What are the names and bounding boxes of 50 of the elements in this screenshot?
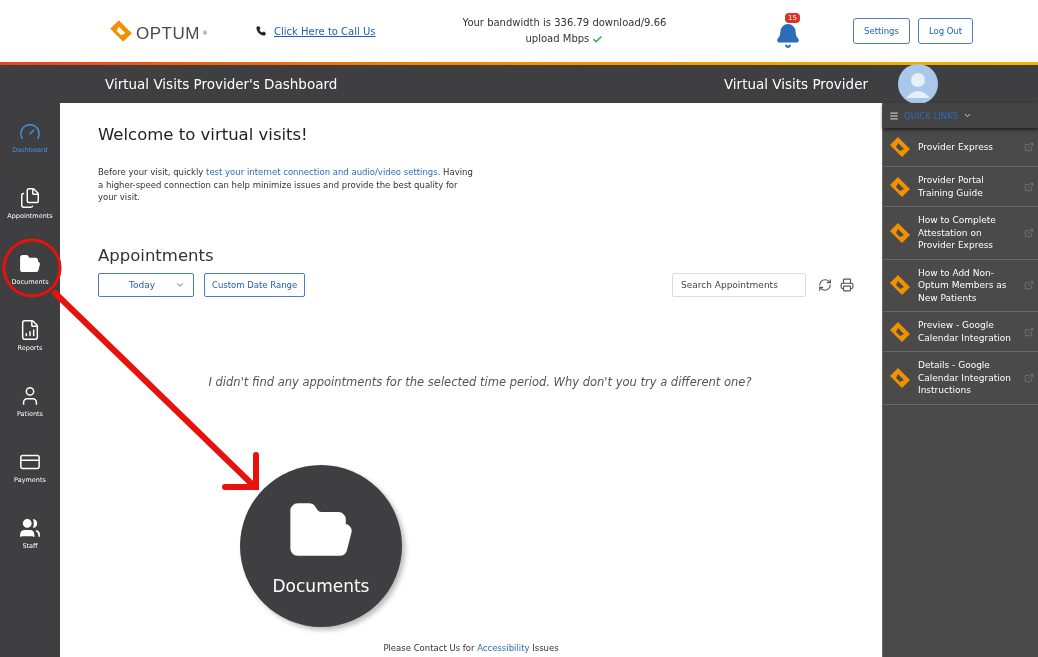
search-field[interactable]: Search Appointments [672, 272, 806, 297]
user-name: Virtual Visits Provider [723, 76, 868, 92]
quick-link[interactable]: Preview - Google Calendar Integration [883, 312, 1038, 352]
logo-icon [888, 365, 912, 390]
logo-text: OPTUM [136, 24, 200, 44]
users-icon [19, 517, 41, 539]
dashboard-title: Virtual Visits Provider's Dashboard [105, 76, 339, 92]
print-icon[interactable] [840, 277, 854, 292]
quick-link[interactable]: How to Complete Attestation on Provider Express [883, 207, 1038, 260]
external-link-icon [1024, 280, 1034, 291]
external-link-icon [1024, 181, 1034, 192]
folder-icon [19, 253, 41, 275]
caret-icon[interactable] [963, 111, 973, 120]
check-icon [592, 33, 604, 45]
report-icon [19, 319, 41, 341]
connection-test-link[interactable]: test your internet connection and audio/video settings [206, 167, 438, 177]
quick-link[interactable]: How to Add Non-Optum Members as New Patients [883, 259, 1038, 312]
external-link-icon [1024, 227, 1034, 238]
logo-icon [888, 273, 912, 298]
external-link-icon [1024, 372, 1034, 383]
files-icon [19, 187, 41, 209]
logo-icon [108, 18, 134, 44]
logo-icon [888, 174, 912, 199]
accessibility-link[interactable]: Accessibility [477, 643, 530, 653]
logo-icon [888, 319, 912, 344]
custom-range-button[interactable]: Custom Date Range [204, 272, 306, 297]
external-link-icon [1024, 326, 1034, 337]
notification-bell-icon[interactable] [775, 23, 801, 49]
footer-text: Please Contact Us for Accessibility Issues [382, 643, 560, 653]
quick-link[interactable]: Provider Portal Training Guide [883, 167, 1038, 207]
range-dropdown[interactable]: Today [98, 272, 194, 297]
phone-icon [256, 26, 266, 36]
appointments-heading: Appointments [98, 245, 215, 265]
welcome-text: Before your visit, quickly test your internet connection and audio/video settings. Having a higher-speed connection can help minimize issues and provide the best quality for your visit. [98, 166, 474, 204]
logo-icon [888, 135, 912, 159]
external-link-icon [1024, 142, 1034, 152]
header-button[interactable]: Settings [853, 18, 910, 44]
call-link[interactable]: Click Here to Call Us [256, 25, 436, 37]
refresh-icon[interactable] [818, 277, 832, 292]
bandwidth-text: Your bandwidth is 336.79 download/9.66 upload Mbps [461, 16, 668, 47]
welcome-heading: Welcome to virtual visits! [98, 125, 309, 144]
menu-icon[interactable] [889, 110, 899, 121]
header-button[interactable]: Log Out [917, 18, 974, 44]
highlight-circle [2, 238, 62, 298]
quick-link[interactable]: Details - Google Calendar Integration Instructions [883, 352, 1038, 405]
callout-label: Documents [272, 576, 370, 596]
avatar-icon[interactable] [898, 64, 938, 104]
empty-message: I didn't find any appointments for the selected time period. Why don't you try a different one? [207, 374, 753, 389]
logo-icon [888, 220, 912, 245]
quick-link[interactable]: Provider Express [883, 128, 1038, 167]
